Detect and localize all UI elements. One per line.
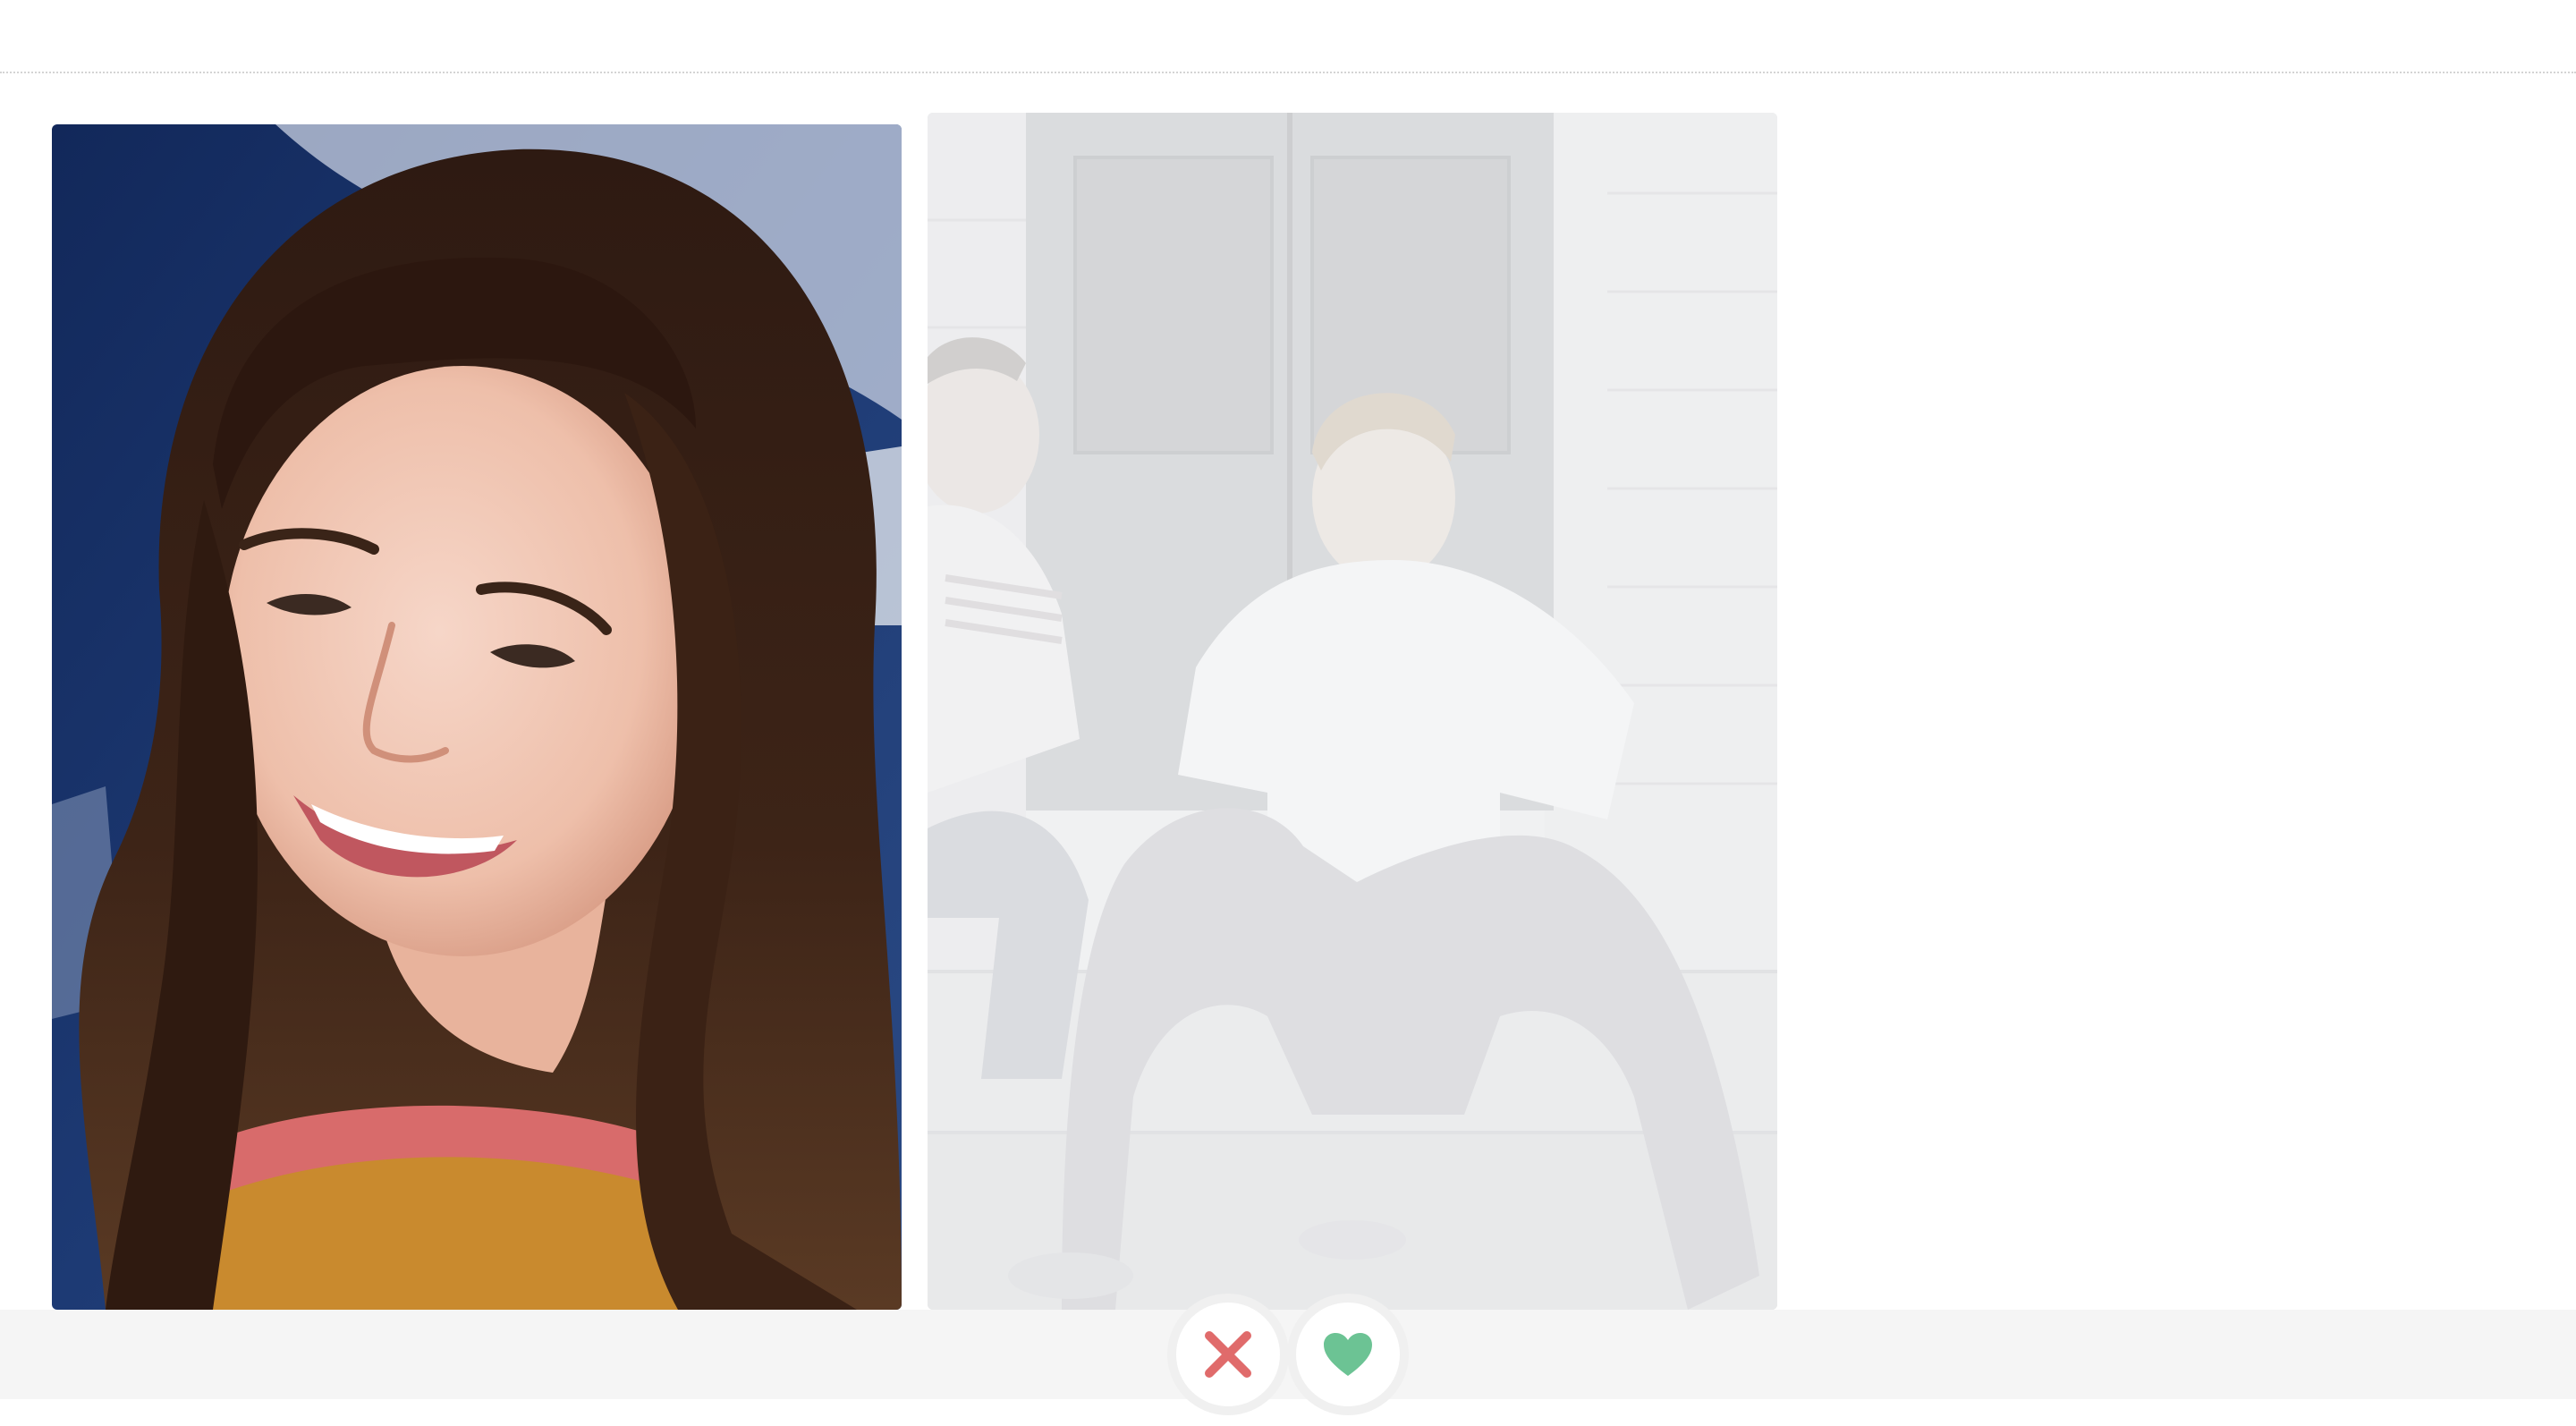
top-header-bar [0, 0, 2576, 73]
close-x-icon [1205, 1331, 1251, 1378]
profile-card-next [928, 113, 1777, 1310]
next-card-fade-overlay [928, 113, 1777, 1310]
like-button-face [1296, 1303, 1400, 1406]
nope-button[interactable] [1167, 1294, 1289, 1415]
profile-card-current[interactable] [52, 124, 902, 1310]
like-button[interactable] [1287, 1294, 1409, 1415]
app-root [0, 0, 2576, 1426]
profile-photo-current [52, 124, 902, 1310]
nope-button-face [1176, 1303, 1280, 1406]
heart-icon [1324, 1333, 1372, 1376]
